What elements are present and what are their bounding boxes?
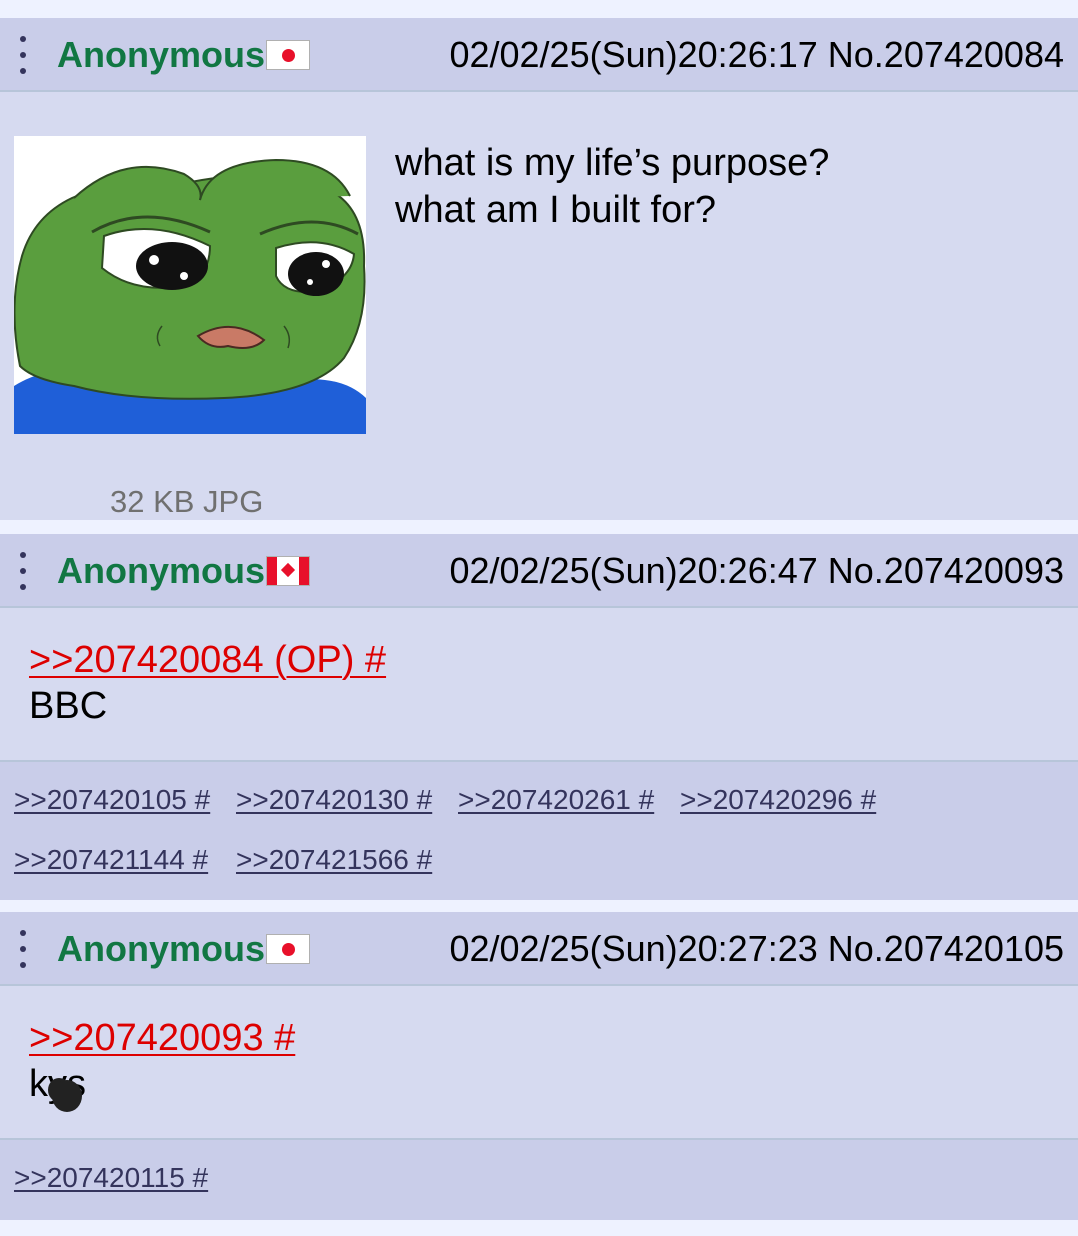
backlink[interactable]: >>207420261 # [458, 784, 654, 816]
japan-flag-icon [266, 40, 310, 70]
japan-flag-icon [266, 934, 310, 964]
backlink[interactable]: >>207421144 # [14, 844, 208, 876]
post-207420084: Anonymous 02/02/25(Sun)20:26:17 No.20742… [0, 18, 1078, 520]
poster-name: Anonymous [57, 34, 266, 75]
post-dateline: 02/02/25(Sun)20:26:17 No.207420084 [449, 35, 1064, 75]
post-header: Anonymous 02/02/25(Sun)20:26:47 No.20742… [0, 534, 1078, 608]
post-body-line: what am I built for? [395, 189, 717, 231]
post-207420105: Anonymous 02/02/25(Sun)20:27:23 No.20742… [0, 912, 1078, 1220]
post-number[interactable]: No.207420105 [828, 928, 1064, 969]
quote-link[interactable]: >>207420093 # [29, 1016, 295, 1060]
poster-name: Anonymous [57, 550, 266, 591]
post-number[interactable]: No.207420093 [828, 550, 1064, 591]
canada-flag-icon [266, 556, 310, 586]
post-dateline: 02/02/25(Sun)20:27:23 No.207420105 [449, 929, 1064, 969]
backlink[interactable]: >>207420130 # [236, 784, 432, 816]
post-image-thumbnail[interactable] [14, 136, 366, 434]
post-menu-icon[interactable] [17, 36, 29, 74]
post-body-line: what is my life’s purpose? [395, 142, 830, 184]
poster-name: Anonymous [57, 928, 266, 969]
post-header: Anonymous 02/02/25(Sun)20:26:17 No.20742… [0, 18, 1078, 92]
post-body: BBC [29, 685, 108, 727]
touch-cursor-icon [52, 1080, 82, 1112]
post-datetime: 02/02/25(Sun)20:27:23 [449, 928, 818, 969]
backlink[interactable]: >>207420296 # [680, 784, 876, 816]
backlink[interactable]: >>207421566 # [236, 844, 432, 876]
post-menu-icon[interactable] [17, 552, 29, 590]
post-header: Anonymous 02/02/25(Sun)20:27:23 No.20742… [0, 912, 1078, 986]
post-menu-icon[interactable] [17, 930, 29, 968]
post-body: what is my life’s purpose? what am I bui… [395, 140, 829, 234]
backlinks-bar: >>207420105 # >>207420130 # >>207420261 … [0, 760, 1078, 900]
post-number[interactable]: No.207420084 [828, 34, 1064, 75]
quote-link[interactable]: >>207420084 (OP) # [29, 638, 386, 682]
backlinks-bar: >>207420115 # [0, 1138, 1078, 1220]
post-datetime: 02/02/25(Sun)20:26:47 [449, 550, 818, 591]
backlink[interactable]: >>207420105 # [14, 784, 210, 816]
post-207420093: Anonymous 02/02/25(Sun)20:26:47 No.20742… [0, 534, 1078, 900]
post-datetime: 02/02/25(Sun)20:26:17 [449, 34, 818, 75]
post-dateline: 02/02/25(Sun)20:26:47 No.207420093 [449, 551, 1064, 591]
file-info: 32 KB JPG [110, 484, 264, 519]
backlink[interactable]: >>207420115 # [14, 1162, 208, 1194]
